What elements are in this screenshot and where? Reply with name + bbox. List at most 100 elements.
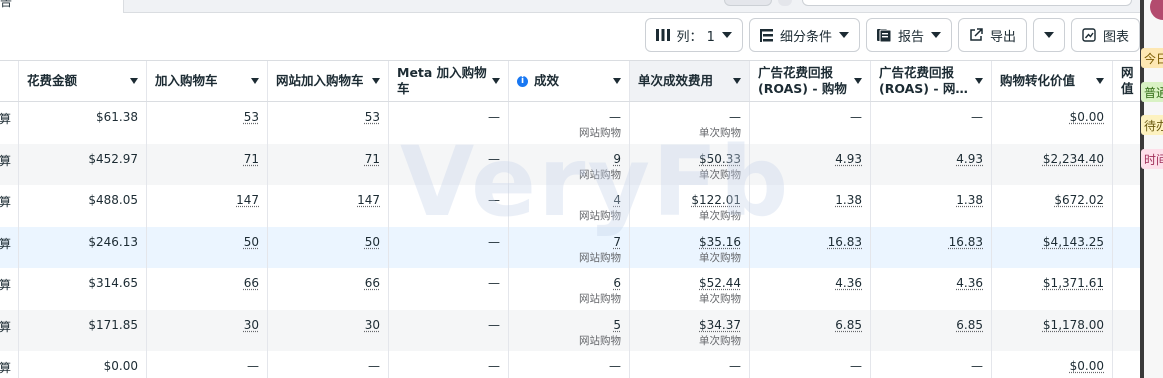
export-button[interactable]: 导出	[957, 18, 1027, 52]
cell-results: 5 网站购物	[509, 309, 630, 351]
cell-roas-purchase: 1.38	[750, 185, 871, 227]
sort-caret-icon	[492, 78, 500, 84]
cell-website-value	[1113, 268, 1140, 310]
cell-cost-per-result-value[interactable]: $34.37	[699, 318, 741, 332]
cell-cost-per-result-value[interactable]: $35.16	[699, 235, 741, 249]
column-header-roas-website[interactable]: 广告花费回报 (ROAS) - 网…	[871, 61, 992, 101]
cell-cost-per-result: — 单次购物	[630, 102, 750, 144]
sort-caret-icon	[372, 78, 380, 84]
cell-add-to-cart: —	[147, 351, 268, 378]
table-row[interactable]: 算 $314.65 66 66 — 6 网站购物 $52.44 单次购物 4.36 4.36 $1,3…	[0, 268, 1140, 310]
side-note-3[interactable]: 待办w	[1141, 115, 1163, 135]
cell-meta-add-to-cart: —	[389, 102, 509, 144]
cell-add-to-cart: 147	[147, 185, 268, 227]
cell-roas-purchase-value[interactable]: 1.38	[835, 193, 862, 207]
cell-meta-add-to-cart: —	[389, 143, 509, 185]
top-pill-control[interactable]	[724, 0, 772, 6]
top-search-field[interactable]	[802, 0, 1132, 6]
cell-website-add-to-cart-value[interactable]: 53	[365, 110, 380, 124]
cell-website-add-to-cart-value[interactable]: 50	[365, 235, 380, 249]
cell-roas-website-value[interactable]: 16.83	[949, 235, 983, 249]
cell-roas-purchase-value[interactable]: 16.83	[828, 235, 862, 249]
export-label: 导出	[989, 29, 1016, 45]
column-header-meta-add-to-cart[interactable]: Meta 加入购物车	[389, 61, 509, 101]
side-note-2[interactable]: 普通	[1141, 82, 1163, 102]
table-row[interactable]: 算 $171.85 30 30 — 5 网站购物 $34.37 单次购物 6.85 6.85 $1,1…	[0, 309, 1140, 352]
cell-website-add-to-cart: —	[268, 351, 389, 378]
cell-results-value[interactable]: 9	[613, 152, 621, 166]
side-note-4[interactable]: 时间	[1141, 149, 1163, 169]
table-row[interactable]: 算 $246.13 50 50 — 7 网站购物 $35.16 单次购物 16.83 16.83 $4…	[0, 226, 1140, 268]
cell-roas-website-value[interactable]: 1.38	[956, 193, 983, 207]
cell-add-to-cart-value[interactable]: 66	[244, 276, 259, 290]
cell-results-value[interactable]: 7	[613, 235, 621, 249]
cell-cost-per-result-value[interactable]: $50.33	[699, 152, 741, 166]
cell-cost-per-result-value[interactable]: $122.01	[691, 193, 741, 207]
cell-results-value[interactable]: 5	[613, 318, 621, 332]
cell-purchase-value-value[interactable]: $2,234.40	[1043, 152, 1104, 166]
side-note-1[interactable]: 今日	[1141, 48, 1163, 68]
cell-roas-purchase-value[interactable]: 4.93	[835, 152, 862, 166]
cell-website-add-to-cart-value[interactable]: 30	[365, 318, 380, 332]
cell-add-to-cart-value[interactable]: 30	[244, 318, 259, 332]
tab-fragment[interactable]: 告	[0, 0, 124, 13]
cell-purchase-value-value[interactable]: $0.00	[1070, 110, 1104, 124]
cell-add-to-cart: 71	[147, 143, 268, 185]
cell-add-to-cart-value[interactable]: 50	[244, 235, 259, 249]
cell-roas-website-value[interactable]: 4.36	[956, 276, 983, 290]
table-row[interactable]: 算 $488.05 147 147 — 4 网站购物 $122.01 单次购物 1.38 1.38 $…	[0, 185, 1140, 227]
more-options-button[interactable]	[1032, 18, 1065, 52]
column-header-cost-per-result[interactable]: 单次成效费用	[630, 61, 750, 101]
breakdown-button[interactable]: 细分条件	[748, 18, 860, 52]
table-row[interactable]: 算 $452.97 71 71 — 9 网站购物 $50.33 单次购物 4.93 4.93 $2,2…	[0, 143, 1140, 185]
cell-website-value	[1113, 310, 1140, 352]
cell-cost-per-result: $50.33 单次购物	[630, 143, 750, 185]
reports-icon	[876, 28, 891, 42]
cell-website-value	[1113, 102, 1140, 144]
cell-roas-purchase-value[interactable]: 6.85	[835, 318, 862, 332]
table-toolbar: 列： 1 细分条件 报告 导出 图表	[644, 18, 1140, 52]
column-header-roas-purchase[interactable]: 广告花费回报 (ROAS) - 购物	[750, 61, 871, 101]
cell-results-value[interactable]: 6	[613, 276, 621, 290]
column-header-website-add-to-cart[interactable]: 网站加入购物车	[268, 61, 389, 101]
cell-purchase-value-value[interactable]: $0.00	[1070, 359, 1104, 373]
cell-add-to-cart-value[interactable]: 71	[244, 152, 259, 166]
cell-roas-website-value[interactable]: 6.85	[956, 318, 983, 332]
charts-button[interactable]: 图表	[1070, 18, 1140, 52]
cell-add-to-cart-value[interactable]: 53	[244, 110, 259, 124]
cell-purchase-value: $0.00	[992, 102, 1113, 144]
reports-button[interactable]: 报告	[865, 18, 952, 52]
info-icon[interactable]: i	[517, 75, 528, 87]
cell-roas-website: —	[871, 102, 992, 144]
column-header-label: 广告花费回报 (ROAS) - 购物	[758, 65, 847, 96]
cell-roas-purchase-value[interactable]: 4.36	[835, 276, 862, 290]
cell-roas-website: 6.85	[871, 309, 992, 351]
cell-results-value[interactable]: 4	[613, 193, 621, 207]
cell-purchase-value-value[interactable]: $4,143.25	[1043, 235, 1104, 249]
cell-purchase-value-value[interactable]: $1,178.00	[1043, 318, 1104, 332]
cell-website-add-to-cart-value[interactable]: 66	[365, 276, 380, 290]
top-pill-control-small[interactable]	[778, 0, 792, 6]
cell-cost-per-result-subtitle: 单次购物	[699, 168, 741, 181]
cell-purchase-value-value[interactable]: $672.02	[1054, 193, 1104, 207]
cell-purchase-value: $1,371.61	[992, 268, 1113, 310]
cell-website-value	[1113, 185, 1140, 227]
cell-spend-value: $171.85	[88, 317, 138, 332]
table-row[interactable]: 算 $0.00 — — — — — — — $0.00	[0, 351, 1140, 378]
column-header-spend[interactable]: 花费金额	[19, 61, 147, 101]
column-header-add-to-cart[interactable]: 加入购物车	[147, 61, 268, 101]
column-header-purchase-value[interactable]: 购物转化价值	[992, 61, 1113, 101]
column-header-lead	[0, 61, 19, 101]
columns-button[interactable]: 列： 1	[644, 18, 743, 52]
cell-add-to-cart-value[interactable]: 147	[236, 193, 259, 207]
column-header-website-value[interactable]: 网 值	[1113, 61, 1140, 101]
column-header-results[interactable]: i 成效	[509, 61, 630, 101]
cell-roas-website-value[interactable]: 4.93	[956, 152, 983, 166]
table-row[interactable]: 算 $61.38 53 53 — — 网站购物 — 单次购物 — — $0.00	[0, 102, 1140, 144]
cell-lead-value: 算	[0, 361, 12, 375]
cell-purchase-value-value[interactable]: $1,371.61	[1043, 276, 1104, 290]
cell-website-add-to-cart-value[interactable]: 147	[357, 193, 380, 207]
cell-website-add-to-cart-value[interactable]: 71	[365, 152, 380, 166]
cell-meta-add-to-cart: —	[389, 185, 509, 227]
cell-cost-per-result-value[interactable]: $52.44	[699, 276, 741, 290]
